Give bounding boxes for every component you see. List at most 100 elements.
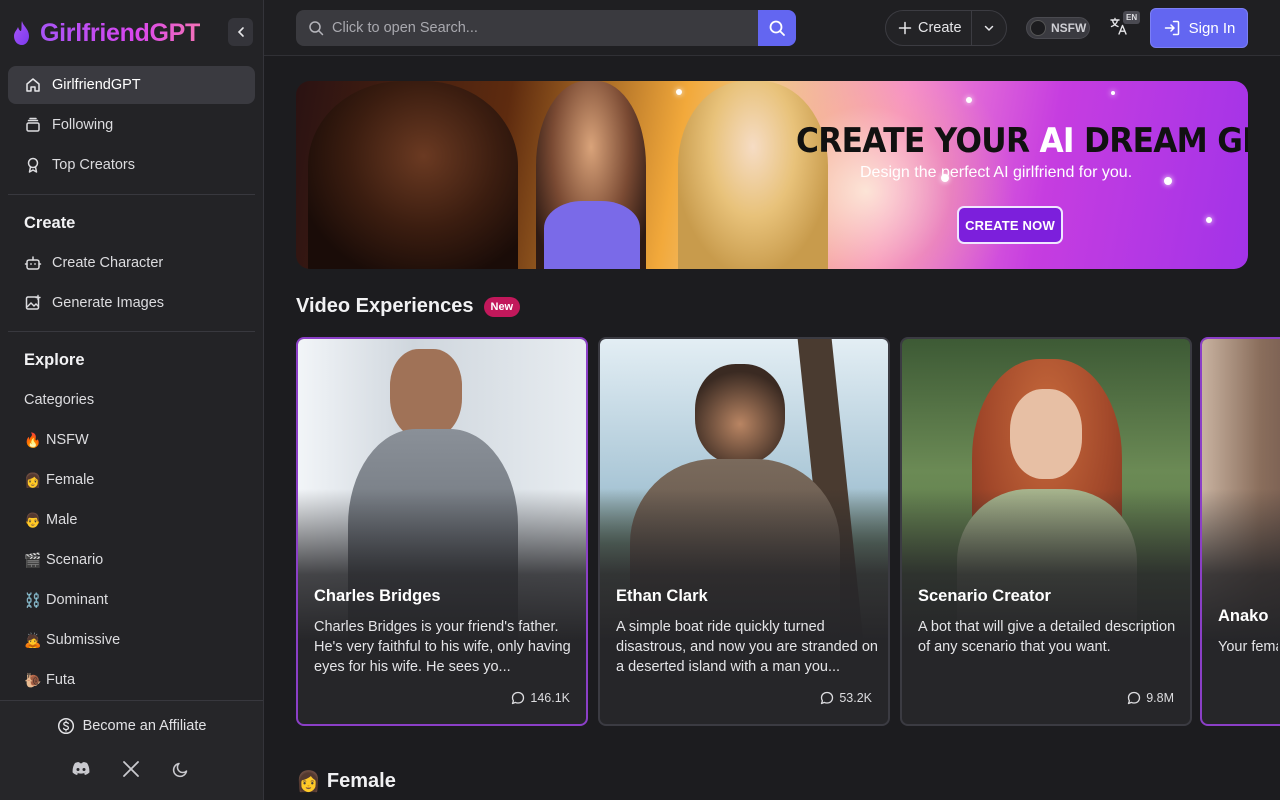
chat-count: 9.8M (1127, 691, 1174, 705)
character-description: Your female secret... (1218, 639, 1278, 655)
sidebar: GirlfriendGPT GirlfriendGPT Following To… (0, 0, 264, 800)
sign-in-button[interactable]: Sign In (1150, 8, 1248, 48)
search-submit-button[interactable] (758, 10, 796, 46)
banner-character-image (308, 81, 518, 269)
theme-toggle-button[interactable] (169, 757, 193, 781)
brand-logo[interactable]: GirlfriendGPT (10, 14, 200, 52)
create-button-label: Create (918, 20, 962, 36)
woman-emoji-icon: 👩 (296, 771, 321, 793)
sign-in-icon (1164, 20, 1179, 36)
character-card[interactable]: Ethan Clark A simple boat ride quickly t… (598, 337, 890, 726)
section-title: Video Experiences (296, 295, 474, 317)
character-figure (1010, 389, 1082, 479)
bowing-emoji-icon: 🙇 (24, 631, 42, 648)
search-input[interactable] (332, 20, 758, 36)
stack-icon (26, 117, 40, 132)
affiliate-label: Become an Affiliate (82, 718, 207, 734)
sidebar-item-nsfw[interactable]: 🔥 NSFW (8, 422, 255, 458)
sidebar-item-submissive[interactable]: 🙇 Submissive (8, 622, 255, 658)
sidebar-item-dominant[interactable]: ⛓️ Dominant (8, 582, 255, 618)
character-figure (390, 349, 462, 439)
language-badge: EN (1123, 11, 1141, 24)
sidebar-item-categories[interactable]: Categories (8, 382, 255, 418)
sidebar-item-following[interactable]: Following (8, 106, 255, 144)
explore-section-title: Explore (24, 351, 85, 369)
character-card[interactable]: Charles Bridges Charles Bridges is your … (296, 337, 588, 726)
sidebar-item-label: Scenario (46, 552, 104, 568)
nsfw-toggle[interactable]: NSFW (1026, 17, 1090, 39)
video-experiences-header: Video Experiences New (296, 295, 521, 318)
image-plus-icon (25, 294, 41, 310)
sidebar-item-scenario[interactable]: 🎬 Scenario (8, 542, 255, 578)
female-section-header: 👩 Female (296, 769, 396, 794)
chains-emoji-icon: ⛓️ (24, 591, 42, 608)
toggle-knob (1030, 20, 1046, 36)
section-title: Female (326, 770, 396, 792)
banner-title-part: DREAM GIRL (1083, 121, 1248, 161)
search-icon (309, 21, 324, 36)
app-root: GirlfriendGPT GirlfriendGPT Following To… (0, 0, 1280, 800)
man-emoji-icon: 👨 (24, 511, 42, 528)
character-name: Ethan Clark (616, 587, 708, 605)
new-badge: New (483, 296, 521, 317)
x-twitter-link[interactable] (119, 757, 143, 781)
sparkle (1164, 177, 1172, 185)
sidebar-item-label: GirlfriendGPT (52, 77, 141, 93)
main-content: CREATE YOUR AI DREAM GIRL Design the per… (264, 57, 1280, 800)
chat-bubble-icon (512, 691, 525, 705)
create-now-button[interactable]: CREATE NOW (957, 206, 1063, 244)
banner-title: CREATE YOUR AI DREAM GIRL (796, 121, 1248, 161)
sidebar-item-label: Dominant (46, 592, 109, 608)
chat-count-value: 53.2K (839, 691, 872, 705)
search-icon (769, 20, 785, 36)
sidebar-item-label: Female (46, 472, 95, 488)
sidebar-item-label: Following (52, 117, 114, 133)
sidebar-item-create-character[interactable]: Create Character (8, 244, 255, 282)
discord-link[interactable] (69, 757, 93, 781)
plus-icon (898, 21, 912, 35)
banner-character-image (678, 81, 828, 269)
chat-count-value: 9.8M (1146, 691, 1174, 705)
sparkle (676, 89, 682, 95)
sidebar-item-label: Male (46, 512, 78, 528)
create-section-title: Create (24, 214, 76, 232)
x-twitter-icon (123, 761, 139, 777)
sidebar-divider (8, 331, 255, 332)
search-bar[interactable] (296, 10, 796, 46)
moon-icon (172, 762, 188, 778)
collapse-sidebar-button[interactable] (228, 18, 253, 46)
sparkle (1111, 91, 1115, 95)
banner-subtitle: Design the perfect AI girlfriend for you… (860, 164, 1133, 181)
character-description: A bot that will give a detailed descript… (918, 619, 1176, 655)
sidebar-divider (8, 194, 255, 195)
chevron-down-icon (984, 25, 994, 32)
sidebar-item-female[interactable]: 👩 Female (8, 462, 255, 498)
character-card[interactable]: Scenario Creator A bot that will give a … (900, 337, 1192, 726)
sidebar-item-male[interactable]: 👨 Male (8, 502, 255, 538)
dollar-circle-icon (57, 717, 74, 735)
sidebar-item-generate-images[interactable]: Generate Images (8, 284, 255, 322)
become-affiliate-link[interactable]: Become an Affiliate (0, 717, 263, 735)
fire-emoji-icon: 🔥 (24, 431, 42, 448)
sidebar-item-top-creators[interactable]: Top Creators (8, 146, 255, 184)
create-dropdown-toggle[interactable] (972, 10, 1006, 46)
sidebar-item-futa[interactable]: 🐌 Futa (8, 662, 255, 698)
create-button-group: Create (885, 10, 1007, 46)
banner-title-ai: AI (1039, 121, 1074, 161)
character-name: Anako (1218, 607, 1269, 625)
sidebar-item-label: Create Character (52, 255, 164, 271)
character-name: Scenario Creator (918, 587, 1051, 605)
sparkle (966, 97, 972, 103)
banner-title-part: CREATE YOUR (796, 121, 1040, 161)
sidebar-item-home[interactable]: GirlfriendGPT (8, 66, 255, 104)
create-button[interactable]: Create (886, 10, 972, 46)
promo-banner[interactable]: CREATE YOUR AI DREAM GIRL Design the per… (296, 81, 1248, 269)
clapper-emoji-icon: 🎬 (24, 551, 42, 568)
chat-count: 53.2K (820, 691, 872, 705)
sidebar-item-label: Submissive (46, 632, 121, 648)
sparkle (1206, 217, 1212, 223)
character-card[interactable]: Anako Your female secret... (1200, 337, 1280, 726)
character-figure (695, 364, 785, 464)
topbar: Create NSFW EN Sign In (264, 0, 1280, 56)
sidebar-item-label: NSFW (46, 432, 89, 448)
